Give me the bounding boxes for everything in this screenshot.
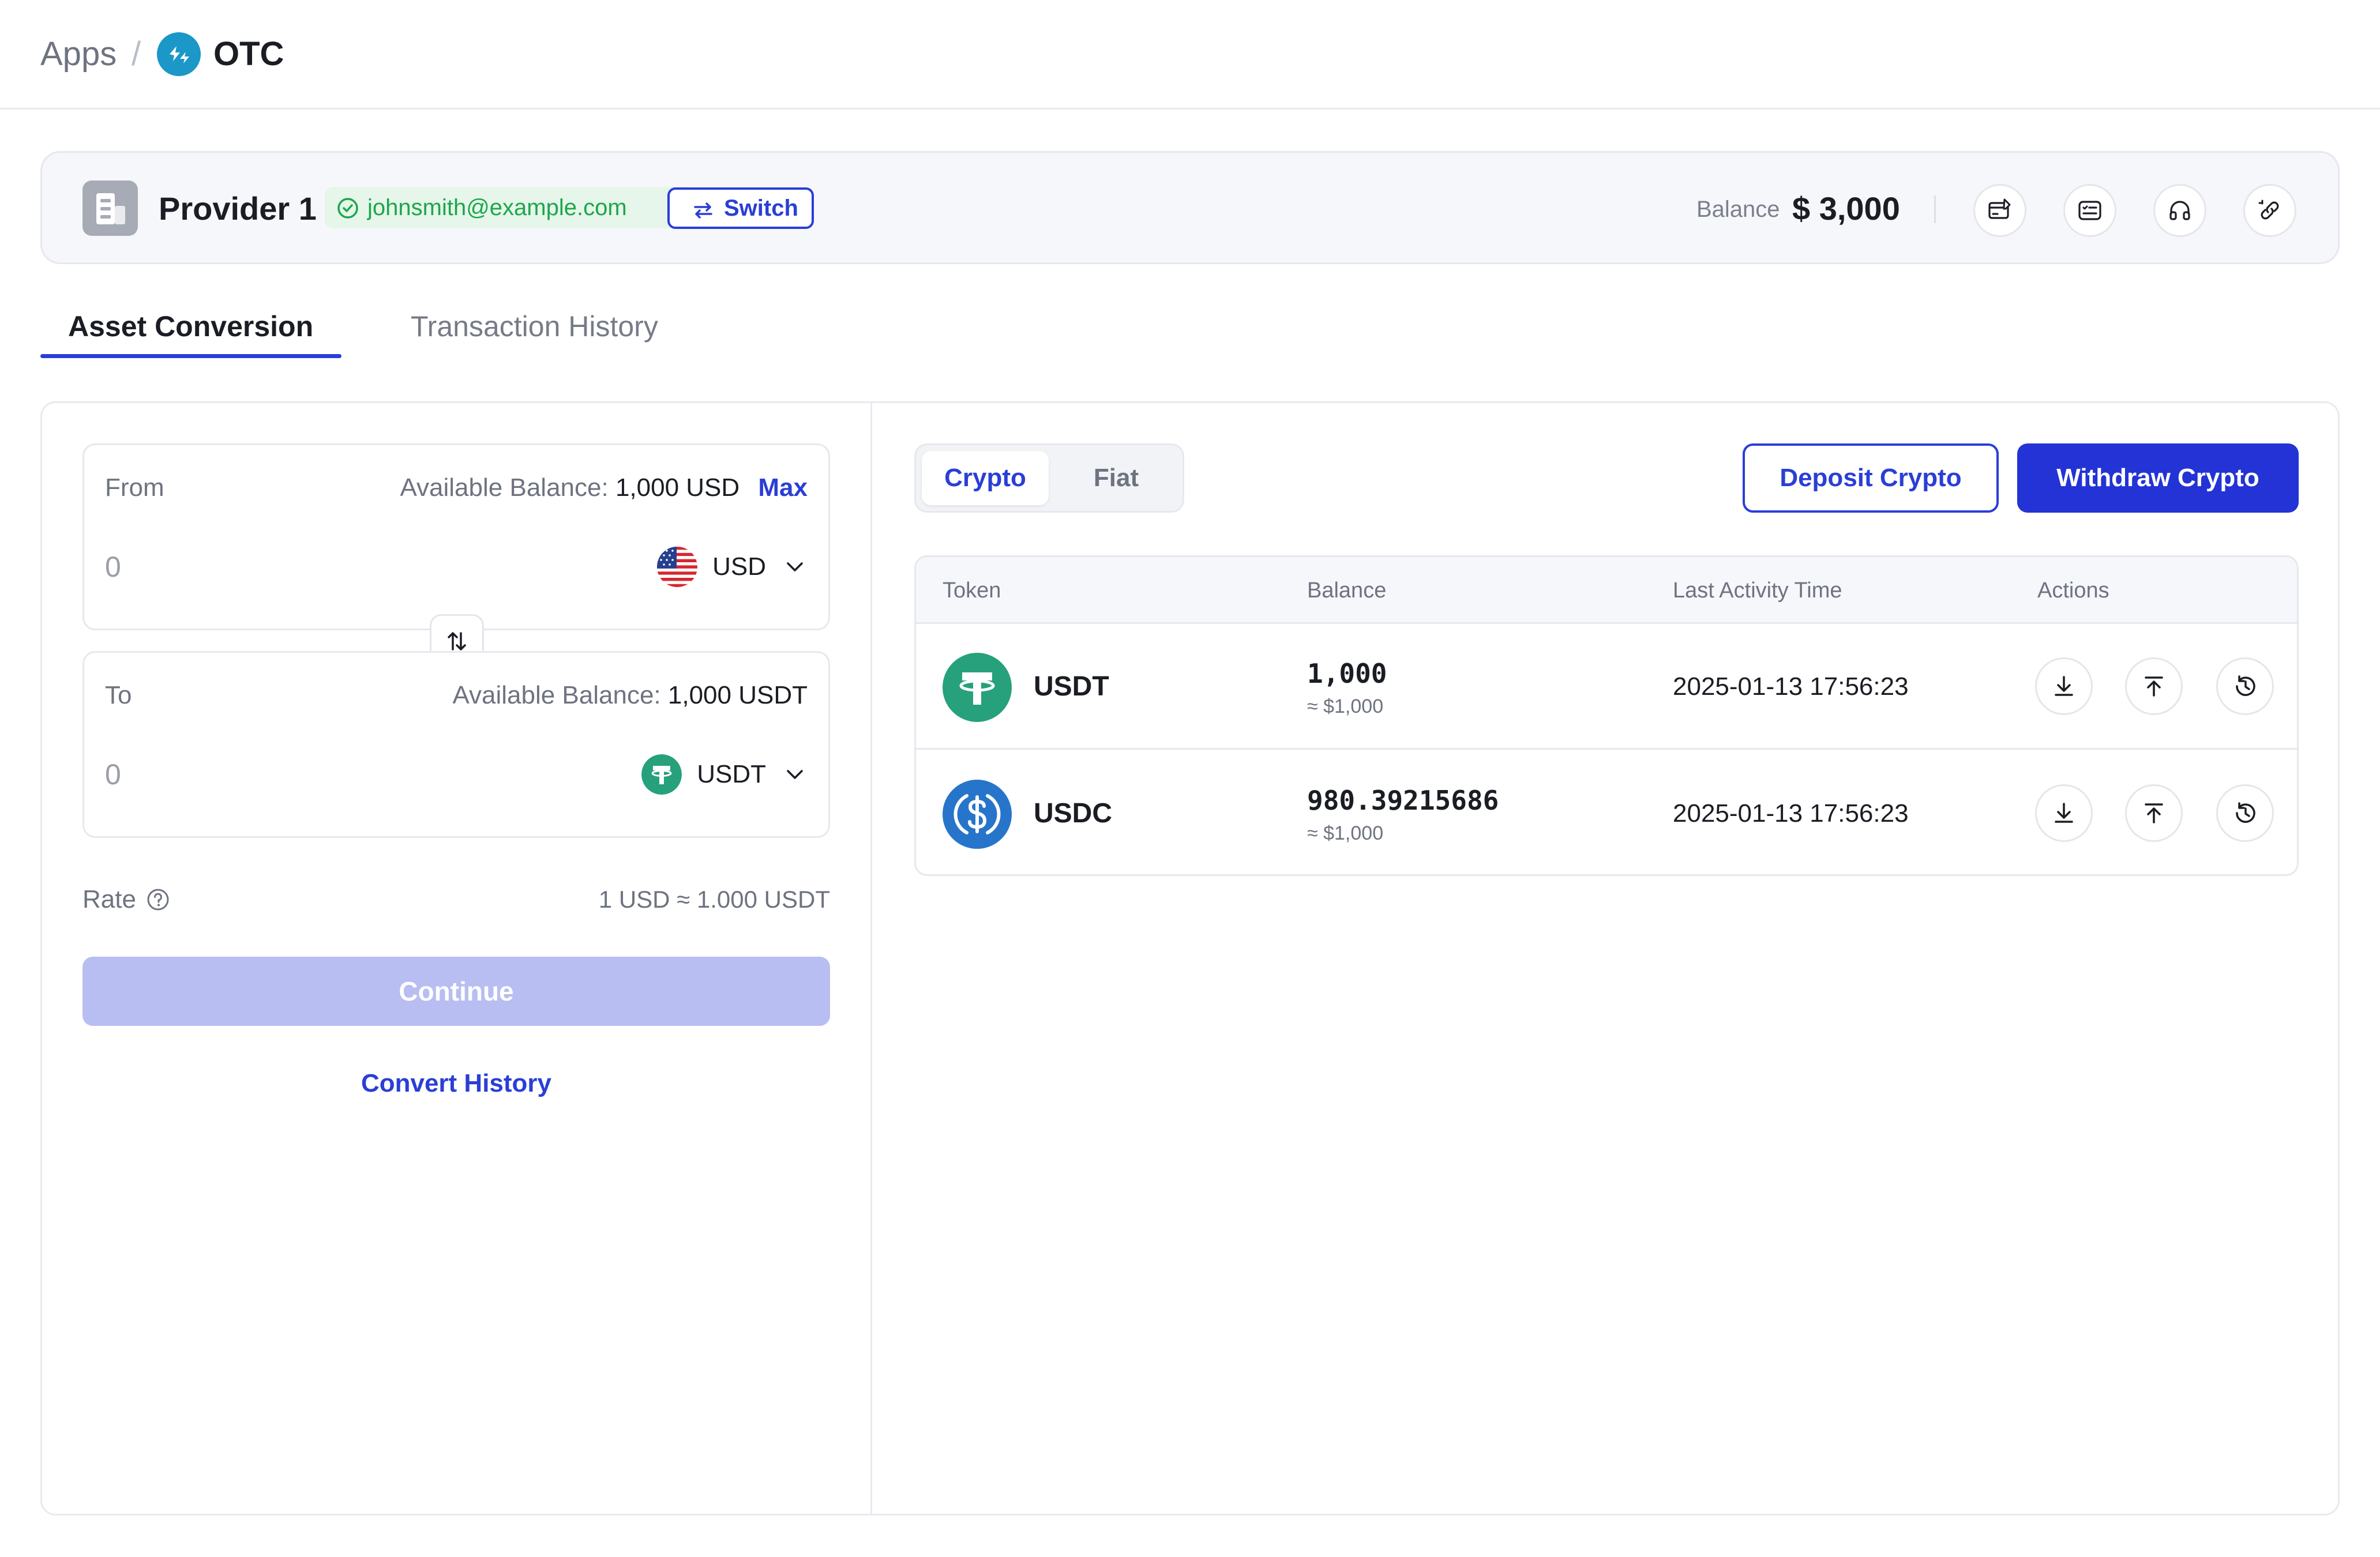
- deposit-crypto-button[interactable]: Deposit Crypto: [1743, 443, 1999, 513]
- from-currency-label: USD: [712, 552, 766, 581]
- usdt-icon: [641, 754, 682, 795]
- breadcrumb-current: OTC: [213, 35, 284, 73]
- from-currency-select[interactable]: USD: [657, 547, 808, 587]
- tab-asset-conversion[interactable]: Asset Conversion: [68, 306, 313, 347]
- provider-name: Provider 1: [159, 190, 317, 227]
- to-currency-select[interactable]: USDT: [641, 754, 808, 795]
- download-icon: [2055, 803, 2073, 823]
- check-circle-icon: [337, 198, 358, 219]
- last-activity-time: 2025-01-13 17:56:23: [1673, 799, 1909, 828]
- token-history-button[interactable]: [2216, 784, 2274, 842]
- token-symbol: USDC: [1034, 798, 1113, 829]
- toolbar-divider: [1934, 195, 1936, 223]
- usdc-icon: [943, 780, 1012, 849]
- withdraw-token-button[interactable]: [2125, 784, 2183, 842]
- active-tab-indicator: [40, 354, 341, 358]
- balance-label: Balance: [1696, 197, 1780, 222]
- tab-transaction-history[interactable]: Transaction History: [411, 306, 658, 347]
- token-usd-value: ≈ $1,000: [1307, 822, 1384, 844]
- token-symbol: USDT: [1034, 671, 1109, 702]
- us-flag-icon: [657, 547, 698, 587]
- column-header: Token: [943, 578, 1001, 603]
- upload-icon: [2145, 676, 2163, 697]
- asset-type-toggle: Crypto Fiat: [914, 443, 1184, 513]
- list-card-icon: [2078, 201, 2101, 220]
- from-label: From: [105, 473, 164, 502]
- token-history-button[interactable]: [2216, 657, 2274, 715]
- deposit-token-button[interactable]: [2035, 657, 2093, 715]
- headset-icon: [2169, 201, 2190, 220]
- column-header: Last Activity Time: [1673, 578, 1842, 603]
- max-button[interactable]: Max: [758, 473, 808, 502]
- token-table: Token Balance Last Activity Time Actions…: [914, 555, 2299, 876]
- swap-vertical-icon: [448, 632, 466, 650]
- from-available-balance: Available Balance: 1,000 USD Max: [400, 472, 808, 504]
- last-activity-time: 2025-01-13 17:56:23: [1673, 672, 1909, 701]
- statement-button[interactable]: [2063, 184, 2116, 237]
- provider-building-icon: [82, 180, 138, 236]
- chevron-down-icon: [787, 562, 803, 571]
- switch-provider-button[interactable]: Switch: [667, 187, 814, 229]
- segment-crypto[interactable]: Crypto: [922, 451, 1049, 505]
- verified-email-badge: johnsmith@example.com: [325, 187, 693, 228]
- from-amount-input[interactable]: [105, 547, 393, 587]
- download-icon: [2055, 676, 2073, 696]
- convert-history-link[interactable]: Convert History: [82, 1066, 830, 1101]
- to-currency-label: USDT: [697, 760, 766, 788]
- deposit-token-button[interactable]: [2035, 784, 2093, 842]
- main-panel: From Available Balance: 1,000 USD Max US…: [40, 401, 2340, 1515]
- otc-app: Apps / OTC Provider 1 johnsmith@example.…: [0, 0, 2380, 1557]
- token-balance: 980.39215686: [1307, 785, 1499, 816]
- provider-bar: Provider 1 johnsmith@example.com Switch …: [40, 151, 2340, 264]
- otc-logo-icon: [157, 32, 201, 76]
- segment-fiat[interactable]: Fiat: [1054, 451, 1178, 505]
- link-button[interactable]: [2243, 184, 2296, 237]
- panel-divider: [870, 403, 872, 1514]
- switch-label: Switch: [724, 195, 798, 221]
- withdraw-crypto-button[interactable]: Withdraw Crypto: [2017, 443, 2299, 513]
- provider-email: johnsmith@example.com: [367, 195, 627, 220]
- link-icon: [2258, 200, 2279, 220]
- token-usd-value: ≈ $1,000: [1307, 695, 1384, 717]
- chevron-down-icon: [787, 770, 803, 779]
- column-header: Balance: [1307, 578, 1387, 603]
- from-available-value: 1,000 USD: [615, 473, 740, 502]
- from-box: From Available Balance: 1,000 USD Max US…: [82, 443, 830, 630]
- to-available-value: 1,000 USDT: [667, 681, 808, 709]
- continue-button[interactable]: Continue: [82, 957, 830, 1026]
- to-available-balance: Available Balance: 1,000 USDT: [452, 679, 808, 712]
- to-amount-input[interactable]: [105, 754, 393, 795]
- rate-value: 1 USD ≈ 1.000 USDT: [598, 886, 830, 913]
- from-available-label: Available Balance:: [400, 473, 609, 502]
- table-row: USDC 980.39215686 ≈ $1,000 2025-01-13 17…: [916, 751, 2297, 874]
- history-icon: [2236, 802, 2255, 823]
- swap-arrows-icon: [694, 202, 712, 219]
- breadcrumb-apps[interactable]: Apps: [40, 32, 117, 76]
- token-balance: 1,000: [1307, 658, 1387, 689]
- upload-icon: [2145, 803, 2163, 823]
- history-icon: [2236, 675, 2255, 696]
- to-label: To: [105, 681, 132, 709]
- card-edit-button[interactable]: [1973, 184, 2026, 237]
- support-button[interactable]: [2153, 184, 2206, 237]
- table-row: USDT 1,000 ≈ $1,000 2025-01-13 17:56:23: [916, 624, 2297, 750]
- card-edit-icon: [1988, 198, 2011, 219]
- to-box: To Available Balance: 1,000 USDT USDT: [82, 651, 830, 838]
- usdt-icon: [943, 653, 1012, 722]
- to-available-label: Available Balance:: [452, 681, 661, 709]
- top-bar: Apps / OTC: [0, 0, 2380, 110]
- breadcrumb-separator: /: [132, 35, 141, 73]
- column-header: Actions: [2037, 578, 2109, 603]
- balance-value: $ 3,000: [1792, 190, 1900, 227]
- table-header: Token Balance Last Activity Time Actions: [916, 557, 2297, 624]
- withdraw-token-button[interactable]: [2125, 657, 2183, 715]
